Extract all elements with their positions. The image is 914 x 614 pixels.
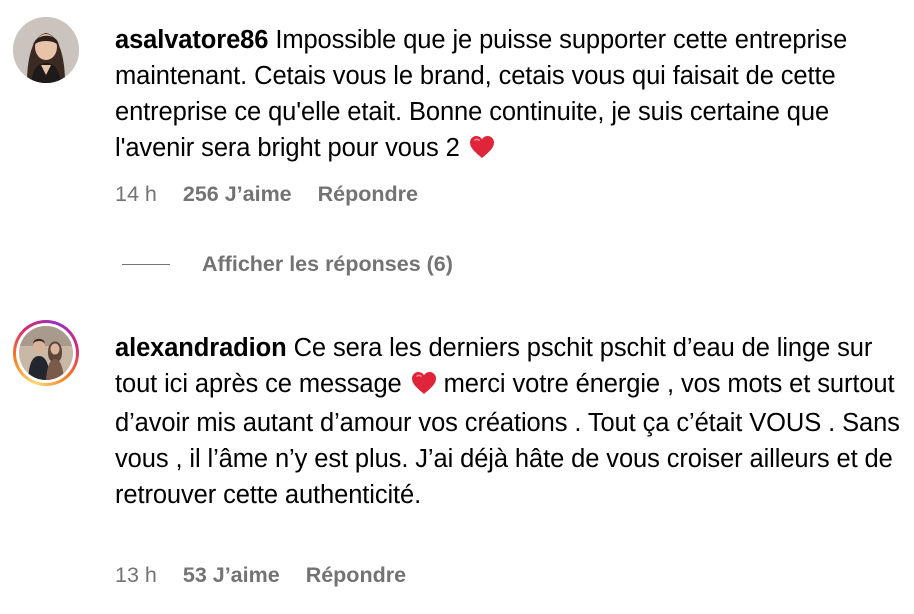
reply-button[interactable]: Répondre	[306, 563, 406, 588]
comment-text: asalvatore86 Impossible que je puisse su…	[115, 22, 905, 169]
comment-text: alexandradion Ce sera les derniers pschi…	[115, 330, 905, 513]
replies-divider-line	[122, 264, 170, 265]
comment-likes-count[interactable]: 53 J’aime	[183, 563, 280, 588]
avatar[interactable]	[13, 17, 79, 83]
view-replies-label[interactable]: Afficher les réponses (6)	[202, 252, 453, 277]
avatar-photo-icon	[19, 326, 73, 380]
avatar-photo-icon	[13, 17, 79, 83]
red-heart-emoji-icon	[469, 133, 495, 169]
avatar-ring-inner	[16, 323, 76, 383]
reply-button[interactable]: Répondre	[318, 182, 418, 207]
comment-likes-count[interactable]: 256 J’aime	[183, 182, 292, 207]
red-heart-emoji-icon	[411, 369, 437, 405]
comment-timestamp[interactable]: 13 h	[115, 563, 157, 588]
comment-meta: 14 h 256 J’aime Répondre	[115, 182, 418, 207]
avatar-photo	[19, 326, 73, 380]
comment-timestamp[interactable]: 14 h	[115, 182, 157, 207]
comment-username[interactable]: alexandradion	[115, 334, 287, 362]
avatar[interactable]	[13, 320, 79, 386]
comment-username[interactable]: asalvatore86	[115, 26, 268, 54]
view-replies-button[interactable]: Afficher les réponses (6)	[122, 252, 453, 277]
comment-meta: 13 h 53 J’aime Répondre	[115, 563, 406, 588]
